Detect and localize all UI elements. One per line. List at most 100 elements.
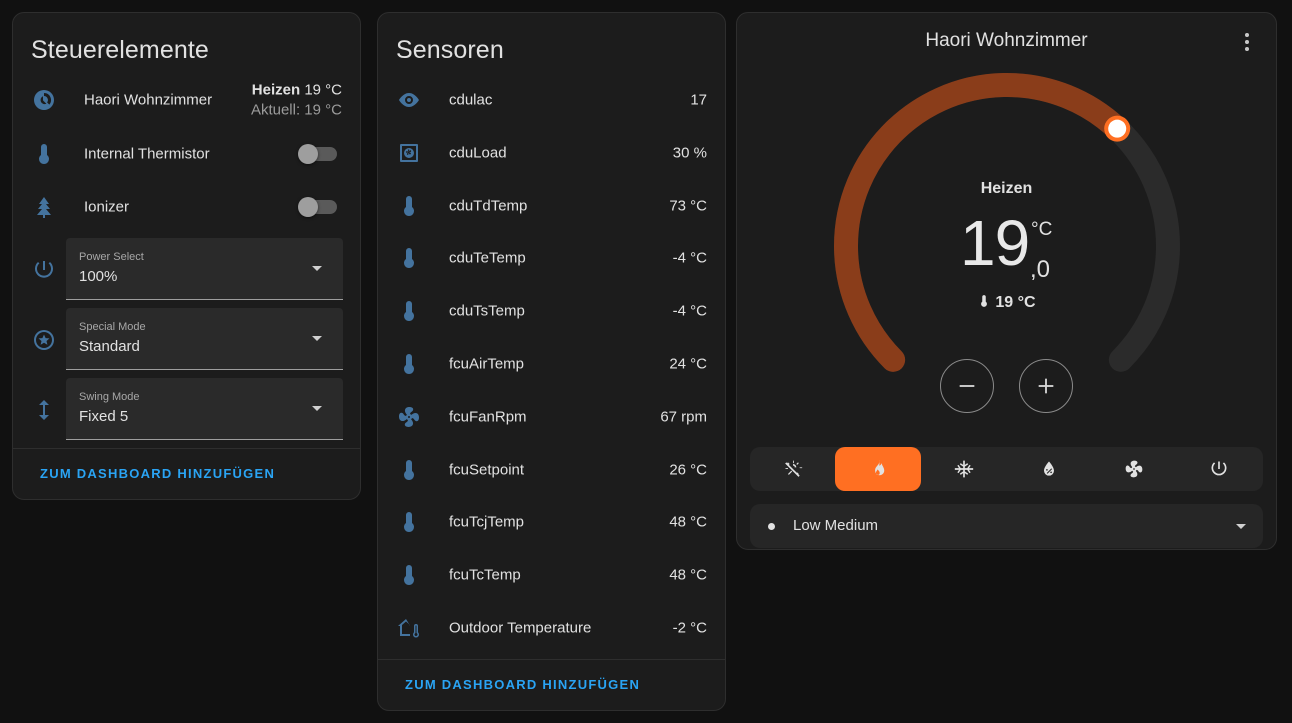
sensor-row[interactable]: cdulac 17 bbox=[378, 75, 725, 125]
sensor-name: cduTsTemp bbox=[449, 302, 525, 320]
sensor-value: 17 bbox=[690, 91, 707, 109]
chevron-down-icon bbox=[312, 406, 322, 411]
arrow-up-down-icon bbox=[32, 398, 56, 422]
switch-row-ionizer: Ionizer bbox=[13, 182, 360, 232]
thermometer-icon bbox=[396, 351, 422, 377]
current-temperature-value: 19 °C bbox=[995, 294, 1036, 311]
water-percent-icon bbox=[1044, 461, 1054, 476]
sensor-name: cduTeTemp bbox=[449, 249, 526, 267]
hvac-action-label: Heizen bbox=[980, 180, 1033, 197]
mode-button-auto[interactable] bbox=[750, 447, 836, 491]
sensor-row[interactable]: fcuFanRpm 67 rpm bbox=[378, 392, 725, 442]
special-mode-select[interactable]: Special Mode Standard bbox=[66, 308, 343, 370]
sensor-value: -4 °C bbox=[672, 302, 707, 320]
thermometer-icon bbox=[981, 295, 988, 307]
climate-state: Heizen 19 °C Aktuell: 19 °C bbox=[251, 82, 342, 119]
target-temperature: 19 bbox=[960, 207, 1030, 279]
decrease-temperature-button[interactable] bbox=[940, 359, 994, 413]
sensor-row[interactable]: fcuTcjTemp 48 °C bbox=[378, 497, 725, 547]
sensor-row[interactable]: cduTdTemp 73 °C bbox=[378, 181, 725, 231]
sensor-name: cduTdTemp bbox=[449, 197, 528, 215]
sensor-row[interactable]: fcuAirTemp 24 °C bbox=[378, 339, 725, 389]
add-to-dashboard-button[interactable]: ZUM DASHBOARD HINZUFÜGEN bbox=[40, 466, 275, 481]
fan-mode-dot-icon bbox=[768, 523, 775, 530]
sensor-row[interactable]: cduTsTemp -4 °C bbox=[378, 286, 725, 336]
mode-button-heat[interactable] bbox=[835, 447, 921, 491]
sensor-row[interactable]: fcuSetpoint 26 °C bbox=[378, 445, 725, 495]
fan-mode-select[interactable]: Low Medium bbox=[750, 504, 1263, 548]
home-thermometer-icon bbox=[396, 615, 422, 641]
sensors-title: Sensoren bbox=[396, 36, 504, 64]
swing-mode-value: Fixed 5 bbox=[79, 408, 129, 425]
thermometer-icon bbox=[396, 193, 422, 219]
sensor-value: 73 °C bbox=[669, 197, 707, 215]
special-mode-label: Special Mode bbox=[79, 321, 146, 333]
ionizer-toggle[interactable] bbox=[298, 197, 337, 217]
internal-thermistor-toggle[interactable] bbox=[298, 144, 337, 164]
sensor-name: fcuAirTemp bbox=[449, 355, 525, 373]
sensor-name: fcuTcTemp bbox=[449, 566, 521, 584]
thermometer-icon bbox=[396, 245, 422, 271]
star-circle-icon bbox=[32, 328, 56, 352]
sensors-footer: ZUM DASHBOARD HINZUFÜGEN bbox=[378, 659, 725, 710]
eye-icon bbox=[396, 87, 422, 113]
swing-mode-select[interactable]: Swing Mode Fixed 5 bbox=[66, 378, 343, 440]
power-select[interactable]: Power Select 100% bbox=[66, 238, 343, 300]
sensor-value: 48 °C bbox=[669, 513, 707, 531]
sensor-row[interactable]: Outdoor Temperature -2 °C bbox=[378, 603, 725, 653]
chevron-down-icon bbox=[312, 266, 322, 271]
fan-icon bbox=[396, 404, 422, 430]
toggle-knob bbox=[298, 197, 318, 217]
sensors-card: Sensoren cdulac 17 cduLoad 30 % cduTdTemp 73 … bbox=[377, 12, 726, 711]
sensor-value: 24 °C bbox=[669, 355, 707, 373]
sensor-value: 30 % bbox=[672, 144, 707, 162]
mode-button-off[interactable] bbox=[1176, 447, 1262, 491]
minus-icon bbox=[959, 385, 975, 387]
power-select-label: Power Select bbox=[79, 251, 144, 263]
dial-handle[interactable] bbox=[1108, 119, 1127, 138]
sensor-name: Outdoor Temperature bbox=[449, 619, 592, 637]
sensor-row[interactable]: cduLoad 30 % bbox=[378, 128, 725, 178]
add-to-dashboard-button[interactable]: ZUM DASHBOARD HINZUFÜGEN bbox=[405, 677, 640, 692]
sensor-value: -4 °C bbox=[672, 249, 707, 267]
sun-snowflake-icon bbox=[785, 460, 803, 477]
target-temperature-decimal: ,0 bbox=[1030, 256, 1051, 283]
mode-button-fan[interactable] bbox=[1091, 447, 1177, 491]
power-icon bbox=[1211, 461, 1227, 476]
fan-mode-value: Low Medium bbox=[793, 517, 879, 534]
sensor-name: cdulac bbox=[449, 91, 493, 109]
switch-label: Ionizer bbox=[84, 198, 130, 216]
thermometer-icon bbox=[396, 562, 422, 588]
chevron-down-icon bbox=[1236, 524, 1246, 529]
mode-button-cool[interactable] bbox=[921, 447, 1007, 491]
sensor-value: 67 rpm bbox=[660, 408, 707, 426]
thermometer-icon bbox=[31, 141, 57, 167]
power-select-value: 100% bbox=[79, 268, 118, 285]
fan-icon bbox=[1125, 460, 1143, 478]
temperature-unit: °C bbox=[1031, 219, 1053, 240]
sensor-value: -2 °C bbox=[672, 619, 707, 637]
sensor-row[interactable]: cduTeTemp -4 °C bbox=[378, 233, 725, 283]
sensor-name: fcuFanRpm bbox=[449, 408, 527, 426]
controls-footer: ZUM DASHBOARD HINZUFÜGEN bbox=[13, 448, 360, 499]
switch-row-internal-thermistor: Internal Thermistor bbox=[13, 129, 360, 179]
sensor-name: fcuSetpoint bbox=[449, 461, 525, 479]
power-icon bbox=[32, 258, 56, 282]
controls-card: Steuerelemente Haori Wohnzimmer Heizen 1… bbox=[12, 12, 361, 500]
switch-label: Internal Thermistor bbox=[84, 145, 210, 163]
mode-button-dry[interactable] bbox=[1006, 447, 1092, 491]
toggle-knob bbox=[298, 144, 318, 164]
increase-temperature-button[interactable] bbox=[1019, 359, 1073, 413]
climate-current: Aktuell: 19 °C bbox=[250, 101, 342, 119]
climate-mode: Heizen bbox=[251, 81, 301, 99]
thermometer-icon bbox=[396, 298, 422, 324]
sensor-value: 26 °C bbox=[669, 461, 707, 479]
snowflake-icon bbox=[954, 460, 974, 478]
plus-icon bbox=[1038, 378, 1054, 394]
sensor-value: 48 °C bbox=[669, 566, 707, 584]
climate-row[interactable]: Haori Wohnzimmer Heizen 19 °C Aktuell: 1… bbox=[13, 75, 360, 125]
thermometer-icon bbox=[396, 457, 422, 483]
special-mode-value: Standard bbox=[79, 338, 140, 355]
sensor-row[interactable]: fcuTcTemp 48 °C bbox=[378, 550, 725, 600]
sensor-name: cduLoad bbox=[449, 144, 507, 162]
